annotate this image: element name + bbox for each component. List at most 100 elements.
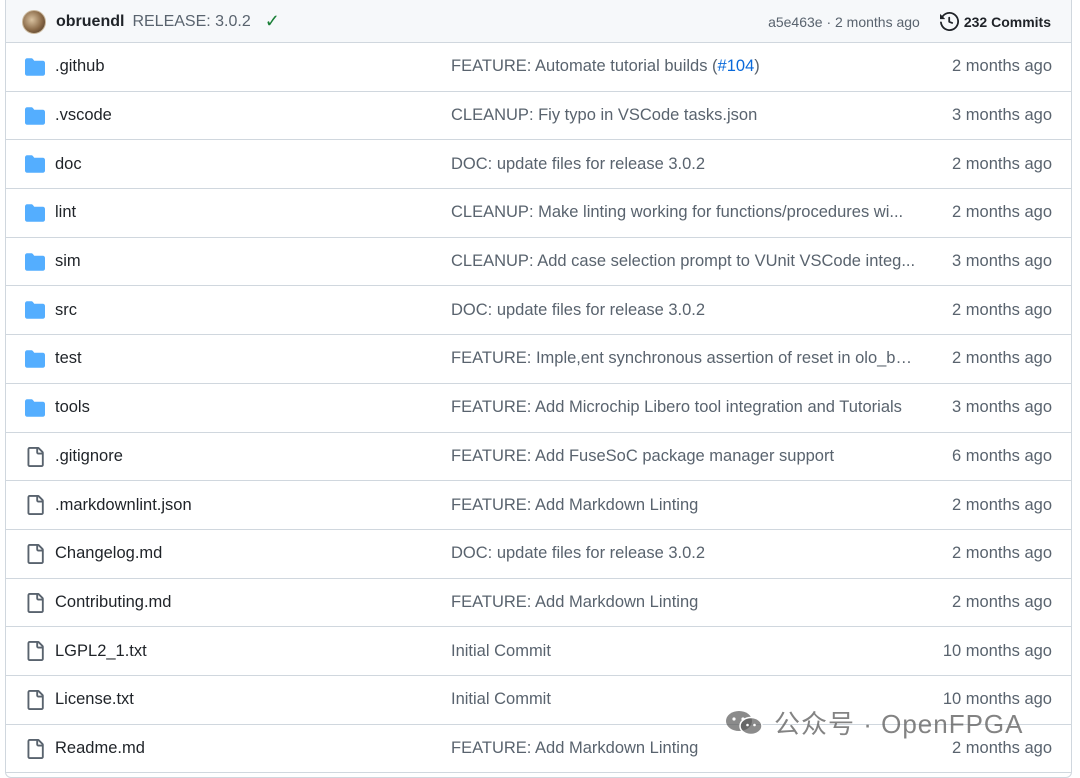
file-row[interactable]: src DOC: update files for release 3.0.2 2 … <box>6 286 1071 336</box>
file-icon <box>27 543 44 564</box>
commit-message-link[interactable]: DOC: update files for release 3.0.2 <box>451 155 916 174</box>
commit-message-link[interactable]: Initial Commit <box>451 642 916 661</box>
commit-time: 2 months ago <box>952 544 1052 563</box>
file-icon <box>27 738 44 759</box>
file-name-link[interactable]: sim <box>55 252 81 271</box>
watermark-text: 公众号 · OpenFPGA <box>774 709 1024 739</box>
file-icon <box>27 446 44 467</box>
commit-message-text[interactable]: FEATURE: Add Markdown Linting <box>451 496 698 514</box>
folder-icon <box>25 58 45 76</box>
file-list: .github FEATURE: Automate tutorial builds… <box>6 43 1071 774</box>
commit-time: 3 months ago <box>952 106 1052 125</box>
commit-time: 2 months ago <box>952 349 1052 368</box>
commit-message-link[interactable]: FEATURE: Imple,ent synchronous assertion… <box>451 349 916 368</box>
file-name-link[interactable]: LGPL2_1.txt <box>55 642 147 661</box>
file-name-link[interactable]: .vscode <box>55 106 112 125</box>
file-name-link[interactable]: License.txt <box>55 690 134 709</box>
file-name-link[interactable]: lint <box>55 203 76 222</box>
file-name-link[interactable]: test <box>55 349 82 368</box>
commit-message-link[interactable]: FEATURE: Automate tutorial builds (#104) <box>451 57 916 76</box>
check-icon[interactable]: ✓ <box>265 11 280 32</box>
commit-message-text[interactable]: Initial Commit <box>451 690 551 708</box>
commit-message-text[interactable]: CLEANUP: Make linting working for functi… <box>451 203 903 221</box>
commit-message-link[interactable]: FEATURE: Add FuseSoC package manager sup… <box>451 447 916 466</box>
folder-icon <box>25 253 45 271</box>
file-row[interactable]: tools FEATURE: Add Microchip Libero tool … <box>6 384 1071 433</box>
commit-time: 2 months ago <box>952 300 1052 319</box>
commit-time: 6 months ago <box>952 446 1052 465</box>
commit-message-text[interactable]: DOC: update files for release 3.0.2 <box>451 301 705 319</box>
commit-message-suffix: ) <box>754 57 760 76</box>
folder-icon <box>25 204 45 222</box>
repository-file-browser: obruendl RELEASE: 3.0.2 ✓ a5e463e · 2 mo… <box>5 0 1072 778</box>
commit-message-text[interactable]: FEATURE: Add FuseSoC package manager sup… <box>451 447 834 465</box>
file-row[interactable]: Changelog.md DOC: update files for releas… <box>6 530 1071 579</box>
watermark: 公众号 · OpenFPGA <box>724 704 1024 741</box>
file-name-link[interactable]: Readme.md <box>55 739 145 758</box>
commit-message-text[interactable]: Initial Commit <box>451 642 551 660</box>
file-name-link[interactable]: Changelog.md <box>55 544 162 563</box>
file-name-link[interactable]: tools <box>55 398 90 417</box>
commits-count-link[interactable]: 232 Commits <box>964 14 1051 30</box>
file-name-link[interactable]: .markdownlint.json <box>55 496 192 515</box>
commit-time: 3 months ago <box>952 398 1052 417</box>
commit-author[interactable]: obruendl <box>56 13 124 31</box>
commit-message-link[interactable]: CLEANUP: Fiy typo in VSCode tasks.json <box>451 106 916 125</box>
commit-message-text[interactable]: FEATURE: Automate tutorial builds ( <box>451 57 718 75</box>
file-name-link[interactable]: src <box>55 301 77 320</box>
commit-time: 2 months ago <box>952 154 1052 173</box>
file-icon <box>27 592 44 613</box>
file-icon <box>27 495 44 516</box>
commit-message-link[interactable]: CLEANUP: Make linting working for functi… <box>451 203 916 222</box>
commit-message-link[interactable]: FEATURE: Add Microchip Libero tool integ… <box>451 398 916 417</box>
latest-commit-message[interactable]: RELEASE: 3.0.2 <box>132 13 250 31</box>
file-name-link[interactable]: .github <box>55 57 105 76</box>
commit-message-link[interactable]: DOC: update files for release 3.0.2 <box>451 544 916 563</box>
commit-message-text[interactable]: FEATURE: Imple,ent synchronous assertion… <box>451 349 916 367</box>
file-row[interactable]: .markdownlint.json FEATURE: Add Markdown … <box>6 481 1071 530</box>
commit-time: 10 months ago <box>942 641 1052 660</box>
commit-message-text[interactable]: FEATURE: Add Microchip Libero tool integ… <box>451 398 902 416</box>
latest-commit-header: obruendl RELEASE: 3.0.2 ✓ a5e463e · 2 mo… <box>6 0 1071 43</box>
commit-message-text[interactable]: DOC: update files for release 3.0.2 <box>451 544 705 562</box>
folder-icon <box>25 301 45 320</box>
commit-time: 2 months ago <box>952 738 1052 757</box>
commit-message-text[interactable]: CLEANUP: Fiy typo in VSCode tasks.json <box>451 106 757 124</box>
issue-link[interactable]: #104 <box>718 57 755 75</box>
commit-message-text[interactable]: FEATURE: Add Markdown Linting <box>451 593 698 611</box>
file-name-link[interactable]: doc <box>55 155 82 174</box>
commit-message-link[interactable]: DOC: update files for release 3.0.2 <box>451 301 916 320</box>
wechat-icon <box>726 710 763 735</box>
commit-time: 2 months ago <box>952 495 1052 514</box>
commit-message-link[interactable]: CLEANUP: Add case selection prompt to VU… <box>451 252 916 271</box>
commit-time: 2 months ago <box>952 57 1052 76</box>
author-avatar[interactable] <box>22 9 46 34</box>
commit-message-link[interactable]: FEATURE: Add Markdown Linting <box>451 593 916 612</box>
file-name-link[interactable]: .gitignore <box>55 447 123 466</box>
folder-icon <box>25 106 45 125</box>
file-row[interactable]: test FEATURE: Imple,ent synchronous asser… <box>6 335 1071 384</box>
commit-message-text[interactable]: CLEANUP: Add case selection prompt to VU… <box>451 252 915 270</box>
commit-message-link[interactable]: FEATURE: Add Markdown Linting <box>451 739 916 758</box>
commit-time: 2 months ago <box>952 592 1052 611</box>
folder-icon <box>25 350 45 368</box>
file-row[interactable]: LGPL2_1.txt Initial Commit 10 months ago <box>6 627 1071 676</box>
file-row[interactable]: .vscode CLEANUP: Fiy typo in VSCode tasks… <box>6 92 1071 141</box>
commit-message-text[interactable]: FEATURE: Add Markdown Linting <box>451 739 698 757</box>
file-icon <box>27 689 44 710</box>
file-row[interactable]: Contributing.md FEATURE: Add Markdown Lin… <box>6 579 1071 628</box>
commit-message-text[interactable]: DOC: update files for release 3.0.2 <box>451 155 705 173</box>
file-row[interactable]: .gitignore FEATURE: Add FuseSoC package m… <box>6 433 1071 482</box>
commit-time: 3 months ago <box>952 252 1052 271</box>
file-row[interactable]: .github FEATURE: Automate tutorial builds… <box>6 43 1071 92</box>
file-name-link[interactable]: Contributing.md <box>55 593 171 612</box>
file-row[interactable]: sim CLEANUP: Add case selection prompt to… <box>6 238 1071 287</box>
file-row[interactable]: doc DOC: update files for release 3.0.2 2 … <box>6 140 1071 190</box>
history-icon[interactable] <box>939 12 959 31</box>
commit-message-link[interactable]: FEATURE: Add Markdown Linting <box>451 496 916 515</box>
file-row[interactable]: lint CLEANUP: Make linting working for fu… <box>6 189 1071 238</box>
commit-time: 2 months ago <box>952 203 1052 222</box>
folder-icon <box>25 399 45 417</box>
commit-hash-age[interactable]: a5e463e · 2 months ago <box>768 14 920 30</box>
file-icon <box>27 641 44 662</box>
